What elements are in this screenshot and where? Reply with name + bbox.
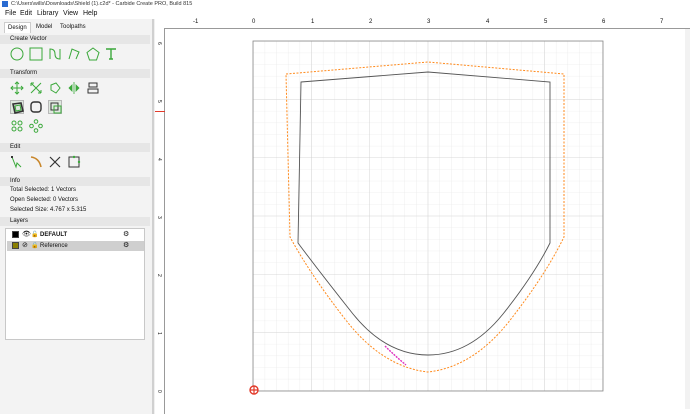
left-panel: Design Model Toolpaths Create Vector Tra… — [0, 19, 152, 414]
join-icon[interactable] — [67, 155, 81, 169]
lock-icon[interactable]: 🔒 — [31, 241, 38, 251]
menu-file[interactable]: File — [5, 9, 16, 19]
grid-major — [253, 41, 603, 391]
gear-icon[interactable]: ⚙ — [123, 241, 129, 251]
menu-view[interactable]: View — [63, 9, 78, 19]
section-layers: Layers — [0, 217, 150, 226]
circle-tool-icon[interactable] — [10, 47, 24, 61]
offset-icon[interactable] — [10, 100, 24, 114]
align-icon[interactable] — [86, 81, 100, 95]
circular-array-icon[interactable] — [29, 119, 43, 133]
eye-hidden-icon[interactable]: ⊘ — [22, 241, 28, 251]
section-create-vector: Create Vector — [0, 35, 150, 44]
boolean-icon[interactable] — [48, 100, 62, 114]
vertical-scrollbar[interactable] — [685, 29, 690, 409]
scale-icon[interactable] — [29, 81, 43, 95]
eye-icon[interactable]: 👁 — [22, 230, 31, 240]
window-title: C:\Users\wills\Downloads\Shield (1).c2d*… — [11, 1, 193, 7]
total-selected: Total Selected: 1 Vectors — [10, 187, 77, 193]
open-selected: Open Selected: 0 Vectors — [10, 197, 79, 203]
round-corner-icon[interactable] — [29, 100, 43, 114]
node-edit-icon[interactable] — [10, 155, 24, 169]
menu-library[interactable]: Library — [37, 9, 58, 19]
polygon-tool-icon[interactable] — [86, 47, 100, 61]
layer-name: Reference — [40, 243, 68, 249]
tab-toolpaths[interactable]: Toolpaths — [57, 22, 89, 32]
section-edit: Edit — [0, 143, 150, 152]
array-icon[interactable] — [10, 119, 24, 133]
section-info: Info — [0, 177, 150, 186]
section-transform: Transform — [0, 69, 150, 78]
text-tool-icon[interactable] — [104, 47, 118, 61]
layer-row-default[interactable]: 👁 🔓 DEFAULT ⚙ — [7, 230, 144, 240]
menu-edit[interactable]: Edit — [20, 9, 32, 19]
polyline-tool-icon[interactable] — [67, 47, 81, 61]
app-icon — [2, 1, 8, 7]
tab-design[interactable]: Design — [4, 22, 31, 33]
panel-splitter[interactable] — [152, 19, 154, 414]
layer-row-reference[interactable]: ⊘ 🔒 Reference ⚙ — [7, 241, 144, 251]
rectangle-tool-icon[interactable] — [29, 47, 43, 61]
origin-marker-icon — [249, 385, 259, 395]
smooth-icon[interactable] — [29, 155, 43, 169]
design-canvas[interactable]: -1 0 1 2 3 4 5 6 7 6 5 4 3 2 1 0 — [155, 19, 690, 414]
unlock-icon[interactable]: 🔓 — [31, 230, 38, 240]
title-bar: C:\Users\wills\Downloads\Shield (1).c2d*… — [0, 0, 690, 9]
layer-color-swatch[interactable] — [12, 242, 19, 249]
layer-name: DEFAULT — [40, 232, 68, 238]
curve-tool-icon[interactable] — [48, 47, 62, 61]
layer-color-swatch[interactable] — [12, 231, 19, 238]
layers-list: 👁 🔓 DEFAULT ⚙ ⊘ 🔒 Reference ⚙ — [5, 228, 145, 340]
selected-size: Selected Size: 4.767 x 5.315 — [10, 207, 87, 213]
menu-bar: File Edit Library View Help — [0, 9, 690, 19]
tab-model[interactable]: Model — [33, 22, 55, 32]
trim-icon[interactable] — [48, 155, 62, 169]
rotate-icon[interactable] — [48, 81, 62, 95]
menu-help[interactable]: Help — [83, 9, 97, 19]
move-icon[interactable] — [10, 81, 24, 95]
mirror-icon[interactable] — [67, 81, 81, 95]
gear-icon[interactable]: ⚙ — [123, 230, 129, 240]
